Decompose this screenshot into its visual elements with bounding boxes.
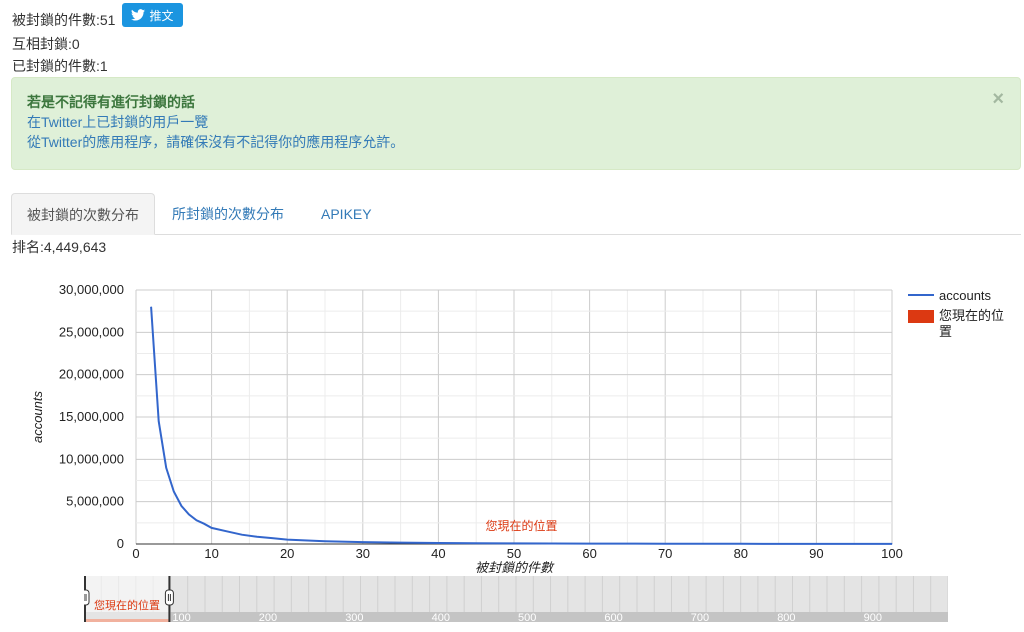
y-axis-title: accounts bbox=[30, 390, 45, 443]
app-permissions-link[interactable]: 從Twitter的應用程序，請確保沒有不記得你的應用程序允許。 bbox=[27, 132, 1005, 152]
data-point bbox=[188, 513, 190, 515]
alert-title: 若是不記得有進行封鎖的話 bbox=[27, 94, 195, 110]
x-tick-label: 70 bbox=[658, 546, 672, 561]
data-point bbox=[324, 540, 326, 542]
data-point bbox=[740, 543, 742, 545]
navigator-tick-label: 600 bbox=[604, 612, 622, 624]
data-point bbox=[150, 306, 152, 308]
data-point bbox=[475, 542, 477, 544]
y-tick-label: 25,000,000 bbox=[59, 324, 124, 339]
data-point bbox=[241, 534, 243, 536]
tab-bar: 被封鎖的次數分布 所封鎖的次數分布 APIKEY bbox=[11, 193, 1021, 235]
x-tick-label: 20 bbox=[280, 546, 294, 561]
data-point bbox=[513, 542, 515, 544]
data-point bbox=[180, 505, 182, 507]
data-point bbox=[203, 523, 205, 525]
tab-blocking-distribution[interactable]: 所封鎖的次數分布 bbox=[157, 193, 299, 235]
data-point bbox=[165, 467, 167, 469]
x-tick-label: 60 bbox=[582, 546, 596, 561]
data-point bbox=[589, 543, 591, 545]
data-point bbox=[226, 530, 228, 532]
x-tick-label: 0 bbox=[132, 546, 139, 561]
data-point bbox=[158, 420, 160, 422]
navigator-selection bbox=[84, 576, 171, 622]
navigator-tick-label: 100 bbox=[172, 612, 190, 624]
navigator-position-label: 您現在的位置 bbox=[94, 598, 160, 612]
data-point bbox=[211, 527, 213, 529]
navigator-baseline bbox=[84, 612, 948, 622]
navigator-tick-label: 200 bbox=[259, 612, 277, 624]
data-point bbox=[256, 536, 258, 538]
tab-blocked-distribution[interactable]: 被封鎖的次數分布 bbox=[11, 193, 155, 235]
mutual-block-count: 互相封鎖:0 bbox=[12, 36, 80, 52]
data-point bbox=[891, 543, 893, 545]
info-alert: 若是不記得有進行封鎖的話 在Twitter上已封鎖的用戶一覽 從Twitter的… bbox=[11, 77, 1021, 170]
rank-label: 排名:4,449,643 bbox=[12, 239, 107, 255]
navigator-tick-label: 900 bbox=[864, 612, 882, 624]
range-navigator[interactable]: 1002003004005006007008009001,000您現在的位置 bbox=[84, 576, 948, 626]
x-tick-label: 80 bbox=[734, 546, 748, 561]
blocked-by-count: 被封鎖的件數:51 bbox=[12, 12, 116, 28]
twitter-bird-icon bbox=[131, 9, 146, 21]
data-point bbox=[362, 541, 364, 543]
data-point bbox=[400, 542, 402, 544]
data-point bbox=[195, 519, 197, 521]
data-point bbox=[437, 542, 439, 544]
x-tick-label: 30 bbox=[356, 546, 370, 561]
navigator-tick-label: 500 bbox=[518, 612, 536, 624]
navigator-tick-label: 700 bbox=[691, 612, 709, 624]
legend-label-accounts: accounts bbox=[939, 288, 992, 303]
annotation-current-position: 您現在的位置 bbox=[486, 518, 558, 533]
x-tick-label: 50 bbox=[507, 546, 521, 561]
y-tick-label: 0 bbox=[117, 536, 124, 551]
blocked-users-link[interactable]: 在Twitter上已封鎖的用戶一覽 bbox=[27, 112, 1005, 132]
tweet-button[interactable]: 推文 bbox=[122, 3, 183, 27]
y-tick-label: 15,000,000 bbox=[59, 409, 124, 424]
data-point bbox=[286, 539, 288, 541]
legend-label-position: 您現在的位置 bbox=[939, 308, 1004, 339]
x-tick-label: 100 bbox=[881, 546, 903, 561]
tweet-button-label: 推文 bbox=[149, 8, 174, 23]
data-point bbox=[664, 543, 666, 545]
close-icon[interactable]: × bbox=[992, 88, 1004, 111]
blocking-count: 已封鎖的件數:1 bbox=[12, 58, 108, 74]
data-point bbox=[173, 491, 175, 493]
distribution-chart: 0 5,000,000 10,000,000 15,000,000 20,000,000… bbox=[30, 282, 1004, 575]
x-tick-label: 10 bbox=[204, 546, 218, 561]
legend-swatch-position bbox=[908, 310, 934, 323]
navigator-handle bbox=[164, 589, 174, 606]
data-point bbox=[271, 537, 273, 539]
navigator-tick-label: 300 bbox=[345, 612, 363, 624]
data-point bbox=[815, 543, 817, 545]
navigator-tick-label: 800 bbox=[777, 612, 795, 624]
y-tick-label: 30,000,000 bbox=[59, 282, 124, 297]
y-tick-label: 20,000,000 bbox=[59, 367, 124, 382]
x-axis-title: 被封鎖的件數 bbox=[475, 560, 555, 575]
navigator-marker-bar bbox=[84, 619, 171, 622]
tab-apikey[interactable]: APIKEY bbox=[306, 193, 387, 235]
x-tick-label: 40 bbox=[431, 546, 445, 561]
navigator-tick-label: 400 bbox=[432, 612, 450, 624]
y-tick-label: 5,000,000 bbox=[66, 494, 124, 509]
x-tick-label: 90 bbox=[809, 546, 823, 561]
y-tick-label: 10,000,000 bbox=[59, 451, 124, 466]
